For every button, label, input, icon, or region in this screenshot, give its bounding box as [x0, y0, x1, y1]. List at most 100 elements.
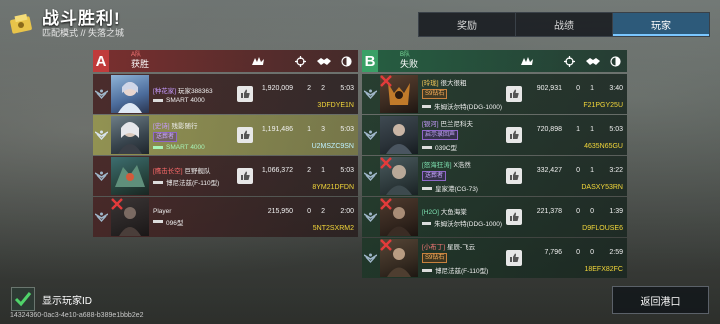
destroyed-x-icon [111, 198, 123, 210]
thumbs-up-icon[interactable] [506, 127, 522, 143]
player-ship: 039C型 [435, 145, 458, 152]
show-player-id-toggle[interactable]: 显示玩家ID [11, 286, 92, 312]
destroyed-x-icon [380, 75, 392, 87]
kills-value: 1 [307, 126, 311, 133]
thumbs-up-icon[interactable] [506, 86, 522, 102]
victory-title: 战斗胜利! [42, 8, 121, 28]
player-guild: [H2O] [422, 209, 439, 216]
player-ship: 博尼法兹(F-110型) [166, 180, 220, 187]
player-guild: [银河] [422, 121, 439, 128]
player-portrait [111, 157, 149, 195]
player-portrait [380, 198, 418, 236]
assists-value: 1 [590, 126, 594, 133]
kills-value: 0 [576, 208, 580, 215]
damage-value: 332,427 [536, 167, 562, 174]
player-guild: [种花家] [153, 87, 177, 95]
player-portrait [380, 116, 418, 154]
thumbs-up-icon[interactable] [506, 250, 522, 266]
team-b-player-row[interactable]: [H2O] 大鱼海棠 朱姆沃尔特(DDG-1000) 221,378 0 0 1… [362, 197, 627, 237]
kills-value: 2 [307, 85, 311, 92]
player-id: F21PGY25U [583, 102, 623, 109]
team-b-player-row[interactable]: [玲珑] 很大很粗 S9钻石 朱姆沃尔特(DDG-1000) 902,931 0… [362, 74, 627, 114]
team-a-player-row[interactable]: Player 096型 215,950 0 2 2:00 5NT2SXRM2 [93, 197, 358, 237]
damage-value: 1,066,372 [261, 167, 293, 174]
survival-time-icon [604, 55, 627, 67]
player-guild: [怒海狂涛] [422, 162, 452, 169]
tab-rewards[interactable]: 奖励 [419, 13, 516, 36]
player-name: 很大很粗 [440, 80, 467, 87]
rank-insignia-icon [93, 171, 109, 182]
thumbs-up-icon[interactable] [237, 168, 253, 184]
player-id: 3DFDYE1N [317, 102, 354, 109]
player-id: DASXY53RN [581, 184, 623, 191]
team-a-player-row[interactable]: [鹰击长空] 巨野舰队 博尼法兹(F-110型) 1,066,372 2 1 5… [93, 156, 358, 196]
player-name: 巨野舰队 [184, 168, 211, 175]
team-b-letter: B [362, 50, 378, 72]
rank-insignia-icon [93, 212, 109, 223]
player-name: 星辰-飞云 [446, 244, 476, 251]
assists-value: 3 [321, 126, 325, 133]
player-title-badge: S9钻石 [422, 89, 448, 99]
player-id: 5NT2SXRM2 [312, 225, 354, 232]
rank-insignia-icon [362, 171, 378, 182]
assists-value: 2 [321, 208, 325, 215]
time-value: 3:22 [609, 167, 623, 174]
show-id-label: 显示玩家ID [42, 295, 92, 307]
damage-value: 1,920,009 [261, 85, 293, 92]
player-portrait [111, 198, 149, 236]
match-mode-subtitle: 匹配模式 // 失落之城 [42, 27, 125, 38]
player-ship: 博尼法兹(F-110型) [435, 268, 489, 275]
show-id-checkbox[interactable] [11, 287, 35, 311]
team-b-player-row[interactable]: [小布丁] 星辰-飞云 S9钻石 博尼法兹(F-110型) 7,796 0 0 … [362, 238, 627, 278]
thumbs-up-icon[interactable] [506, 209, 522, 225]
player-guild: [小布丁] [422, 244, 446, 251]
rank-insignia-icon [362, 253, 378, 264]
team-b-player-row[interactable]: [银河] 巴兰尼科夫 启示录回声 039C型 720,898 1 1 5:03 … [362, 115, 627, 155]
kills-value: 2 [307, 167, 311, 174]
kills-value: 0 [576, 85, 580, 92]
destroyed-x-icon [380, 239, 392, 251]
player-ship: 096型 [166, 219, 184, 227]
damage-icon [227, 56, 289, 66]
player-id: U2MSZC9SN [311, 143, 354, 150]
team-a-player-row[interactable]: [种花家] 玩家388363 SMART 4000 1,920,009 2 2 … [93, 74, 358, 114]
thumbs-up-icon[interactable] [237, 127, 253, 143]
kills-value: 0 [307, 208, 311, 215]
player-portrait [111, 116, 149, 154]
player-guild: [史诗] [153, 122, 170, 130]
time-value: 2:00 [340, 208, 354, 215]
rank-insignia-icon [362, 212, 378, 223]
player-id: 18EFX82FC [584, 266, 623, 273]
assists-value: 1 [321, 167, 325, 174]
return-to-port-button[interactable]: 返回港口 [612, 286, 709, 314]
player-title-badge: 启示录回声 [422, 130, 459, 140]
player-portrait [380, 239, 418, 277]
kills-crosshair-icon [558, 55, 581, 67]
player-name: 残影随行 [171, 122, 198, 130]
trophy-icon [6, 9, 36, 39]
survival-time-icon [335, 55, 358, 67]
rank-insignia-icon [93, 89, 109, 100]
player-name: Player [153, 207, 172, 215]
tab-players[interactable]: 玩家 [613, 13, 709, 36]
thumbs-up-icon[interactable] [237, 86, 253, 102]
assists-value: 1 [590, 85, 594, 92]
player-ship: SMART 4000 [166, 143, 205, 151]
team-a-player-row-self[interactable]: [史诗] 残影随行 送葬者 SMART 4000 1,191,486 1 3 5… [93, 115, 358, 155]
thumbs-up-icon[interactable] [506, 168, 522, 184]
team-a-header: A A队 获胜 [93, 50, 358, 72]
team-a-panel: A A队 获胜 [种花家] 玩家388363 SMART 4000 1,920,… [93, 50, 358, 238]
damage-value: 7,796 [544, 249, 562, 256]
damage-value: 221,378 [536, 208, 562, 215]
team-b-player-row[interactable]: [怒海狂涛] X浩然 送葬者 皇家港(CG-73) 332,427 0 1 3:… [362, 156, 627, 196]
tab-record[interactable]: 战绩 [516, 13, 613, 36]
kills-value: 0 [576, 249, 580, 256]
time-value: 5:03 [609, 126, 623, 133]
player-guild: [玲珑] [422, 80, 439, 87]
result-tabs: 奖励 战绩 玩家 [418, 12, 710, 37]
kills-value: 1 [576, 126, 580, 133]
player-ship: 朱姆沃尔特(DDG-1000) [434, 104, 502, 111]
player-ship: 朱姆沃尔特(DDG-1000) [434, 221, 502, 228]
team-b-header: B B队 失败 [362, 50, 627, 72]
player-guild: [鹰击长空] [153, 168, 183, 175]
